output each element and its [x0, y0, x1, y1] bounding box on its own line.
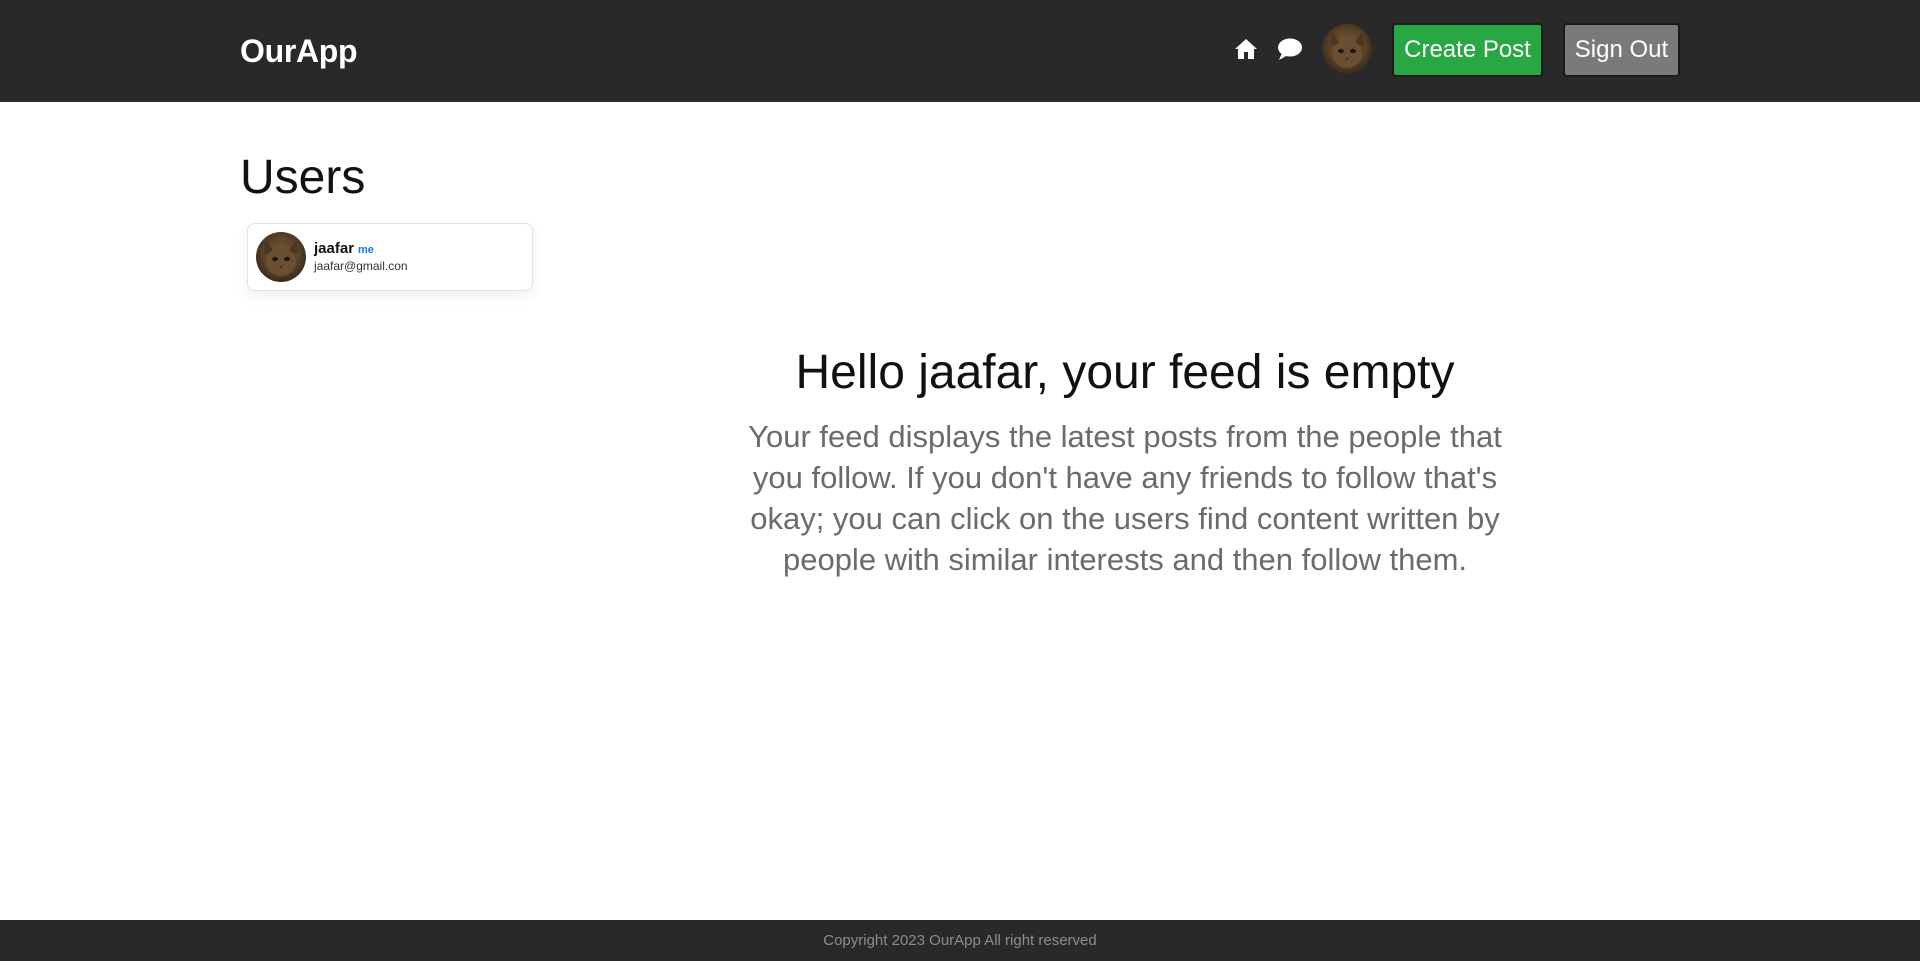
brand-logo-link[interactable]: OurApp: [240, 32, 358, 70]
chat-icon[interactable]: [1277, 36, 1303, 62]
create-post-button[interactable]: Create Post: [1392, 23, 1543, 77]
profile-avatar[interactable]: [1322, 24, 1372, 74]
user-email: jaafar@gmail.con: [314, 259, 408, 273]
user-name: jaafar me: [314, 240, 374, 259]
user-card[interactable]: jaafar me jaafar@gmail.con: [247, 223, 533, 291]
me-badge: me: [358, 244, 374, 256]
top-navbar: OurApp Create Post Sign Out: [0, 0, 1920, 102]
user-name-text: jaafar: [314, 240, 355, 257]
feed-empty-heading: Hello jaafar, your feed is empty: [795, 346, 1455, 399]
home-icon[interactable]: [1233, 36, 1259, 62]
feed-empty-description: Your feed displays the latest posts from…: [748, 419, 1502, 577]
user-avatar: [256, 232, 306, 282]
sign-out-button[interactable]: Sign Out: [1563, 23, 1680, 77]
copyright-text: Copyright 2023 OurApp All right reserved: [823, 932, 1097, 949]
users-section-title: Users: [240, 151, 366, 204]
footer: Copyright 2023 OurApp All right reserved: [0, 920, 1920, 961]
